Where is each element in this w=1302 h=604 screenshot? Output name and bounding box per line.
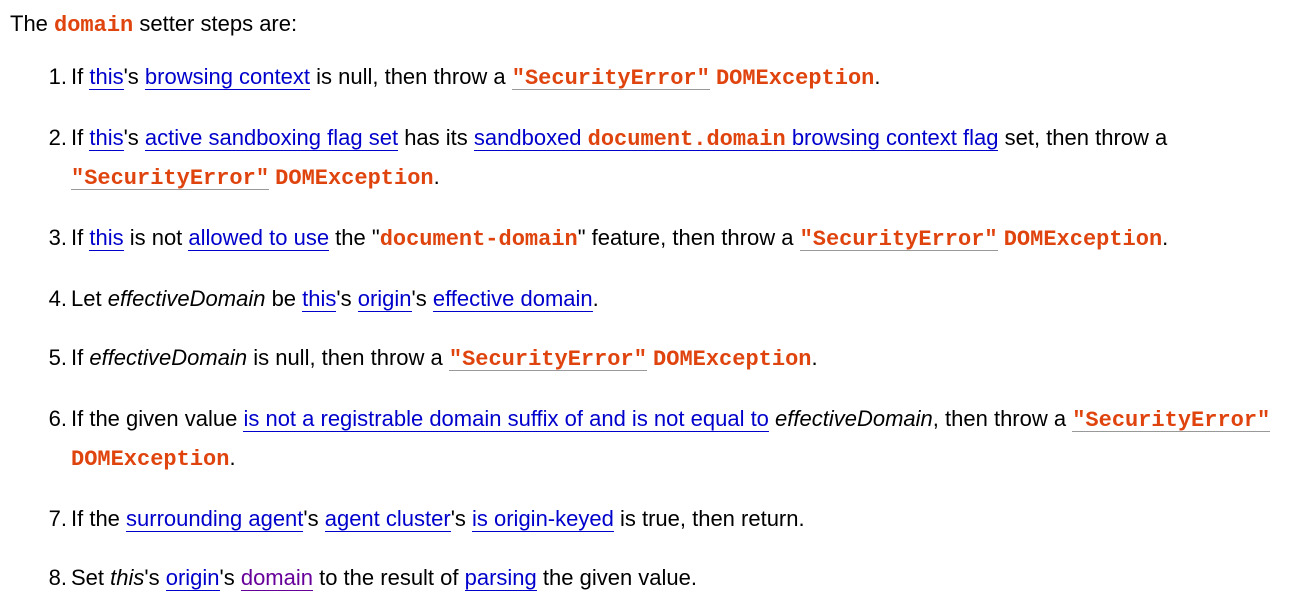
step-text: is true, then return. [613,506,805,531]
security-error-code: "SecurityError" [799,227,998,252]
agent-cluster-link[interactable]: agent cluster [324,506,451,532]
step-text: has its [398,125,474,150]
step-text: Set [71,565,111,590]
step-text: . [874,64,881,89]
step-text: set, then throw a [998,125,1168,150]
step-text: the " [329,225,380,250]
document-domain-code: document.domain [587,127,786,152]
security-error-code: "SecurityError" [71,166,270,191]
step-8: Set this's origin's domain to the result… [43,559,1302,596]
security-error-code: "SecurityError" [448,347,647,372]
effective-domain-variable: effectiveDomain [775,406,933,431]
step-6: If the given value is not a registrable … [43,400,1302,478]
step-text: be [265,286,303,311]
step-text: is null, then throw a [247,345,449,370]
step-text: 's [123,125,145,150]
dom-exception-code: DOMException [715,66,875,91]
security-error-code: "SecurityError" [511,66,710,91]
step-text: . [811,345,818,370]
origin-link[interactable]: origin [357,286,412,312]
step-text: If [71,225,90,250]
step-text: 's [450,506,472,531]
step-text: 's [219,565,241,590]
step-text: . [229,445,236,470]
security-error-link[interactable]: "SecurityError" [448,345,647,372]
security-error-link[interactable]: "SecurityError" [511,64,710,91]
allowed-to-use-link[interactable]: allowed to use [188,225,330,251]
step-text: 's [123,64,145,89]
security-error-code: "SecurityError" [1072,408,1271,433]
step-text: If the [71,506,127,531]
step-text: is null, then throw a [310,64,512,89]
step-7: If the surrounding agent's agent cluster… [43,500,1302,537]
effective-domain-variable: effectiveDomain [89,345,248,370]
this-link[interactable]: this [89,125,124,151]
step-text: If [71,345,90,370]
this-link[interactable]: this [89,225,124,251]
step-text: If [71,64,90,89]
this-link[interactable]: this [89,64,124,90]
step-text: . [592,286,599,311]
this-variable: this [110,565,145,590]
intro-suffix: setter steps are: [133,11,298,36]
intro-prefix: The [10,11,55,36]
step-text: the given value. [536,565,698,590]
active-sandboxing-flag-set-link[interactable]: active sandboxing flag set [144,125,399,151]
dom-exception-code: DOMException [275,166,434,191]
step-1: If this's browsing context is null, then… [43,58,1302,97]
step-text: 's [303,506,325,531]
document-domain-feature-code: document-domain [379,227,578,252]
is-origin-keyed-link[interactable]: is origin-keyed [472,506,614,532]
step-text: , then throw a [932,406,1073,431]
sandboxed-document-domain-flag-link[interactable]: sandboxed document.domain browsing conte… [473,125,999,152]
registrable-domain-suffix-link[interactable]: is not a registrable domain suffix of an… [243,406,769,432]
step-4: Let effectiveDomain be this's origin's e… [43,280,1302,317]
step-text: If the given value [71,406,244,431]
step-text: 's [144,565,166,590]
step-text: 's [411,286,433,311]
security-error-link[interactable]: "SecurityError" [799,225,998,252]
security-error-link[interactable]: "SecurityError" [1072,406,1271,433]
step-5: If effectiveDomain is null, then throw a… [43,339,1302,378]
effective-domain-link[interactable]: effective domain [432,286,593,312]
step-text: If [71,125,90,150]
step-text: Let [71,286,108,311]
step-text: is not [123,225,189,250]
this-link[interactable]: this [302,286,337,312]
dom-exception-code: DOMException [653,347,812,372]
step-3: If this is not allowed to use the "docum… [43,219,1302,258]
surrounding-agent-link[interactable]: surrounding agent [126,506,304,532]
parsing-link[interactable]: parsing [464,565,537,591]
origin-link[interactable]: origin [165,565,220,591]
intro-paragraph: The domain setter steps are: [10,5,1302,44]
step-text: to the result of [312,565,465,590]
browsing-context-link[interactable]: browsing context [144,64,310,90]
step-text: . [1162,225,1169,250]
link-text: browsing context flag [785,125,999,150]
domain-link[interactable]: domain [240,565,313,591]
security-error-link[interactable]: "SecurityError" [71,164,270,191]
step-text: 's [336,286,358,311]
dom-exception-code: DOMException [1003,227,1163,252]
dom-exception-code: DOMException [71,447,230,472]
spec-section: The domain setter steps are: If this's b… [0,0,1302,596]
setter-steps-list: If this's browsing context is null, then… [10,58,1302,596]
step-2: If this's active sandboxing flag set has… [43,119,1302,197]
effective-domain-variable: effectiveDomain [107,286,266,311]
link-text: sandboxed [473,125,588,150]
step-text: . [433,164,440,189]
step-text: " feature, then throw a [577,225,800,250]
domain-code: domain [54,13,134,38]
